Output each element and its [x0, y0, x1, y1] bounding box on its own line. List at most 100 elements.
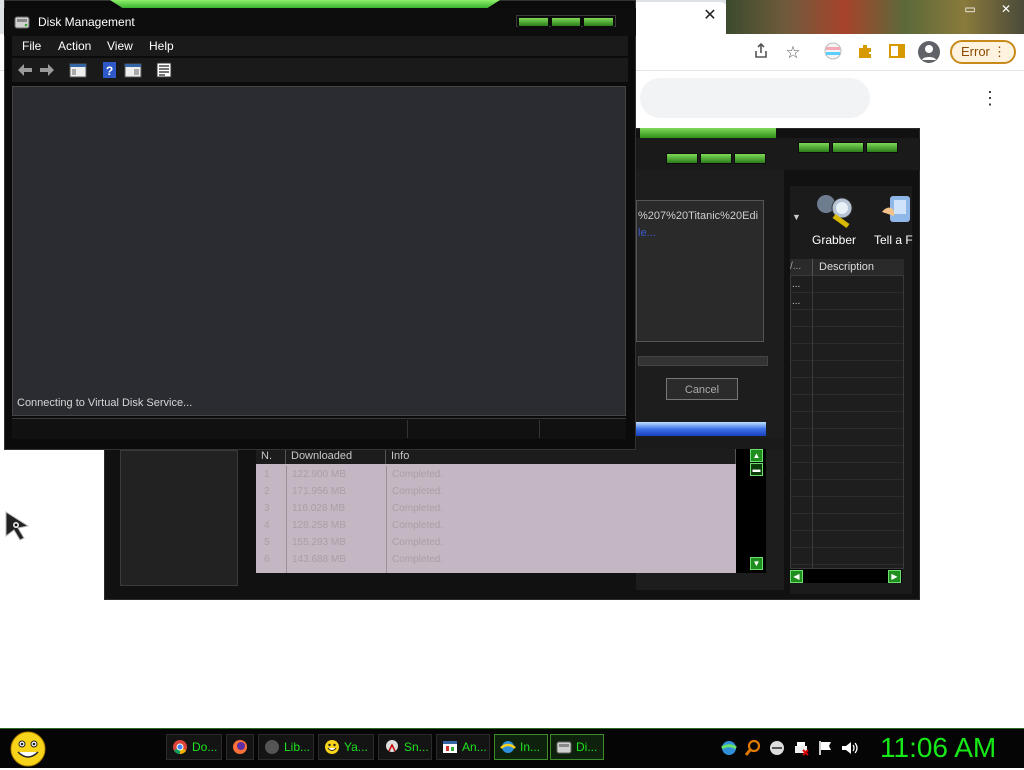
minus-circle-icon[interactable] [768, 739, 786, 757]
table-row[interactable]: 2 171.956 MB Completed. [256, 483, 736, 500]
cancel-button[interactable]: Cancel [666, 378, 738, 400]
tell-a-friend-icon[interactable] [880, 192, 912, 230]
network-globe-icon[interactable] [720, 739, 738, 757]
main-window-controls[interactable] [798, 142, 898, 154]
column-header-number[interactable]: N. [256, 449, 286, 464]
taskbar-button-label: Sn... [404, 740, 429, 754]
chrome-icon [172, 739, 188, 755]
start-smiley-button[interactable] [8, 731, 48, 767]
cell-info: Completed. [392, 486, 444, 497]
taskbar-button-chrome[interactable]: Do... [166, 734, 222, 760]
help-icon[interactable]: ? [101, 61, 119, 79]
table-row[interactable]: 1 122.900 MB Completed. [256, 466, 736, 483]
menu-action[interactable]: Action [58, 38, 91, 54]
more-options-icon[interactable]: ⋮ [980, 88, 1000, 108]
column-header-downloaded[interactable]: Downloaded [286, 449, 386, 464]
cell-downloaded: 171.956 MB [292, 486, 346, 497]
error-label: Error [961, 44, 990, 59]
taskbar-button-app-window[interactable]: An... [436, 734, 490, 760]
status-bar-divider [539, 420, 540, 438]
printer-icon[interactable] [792, 739, 810, 757]
taskbar-button-label: Ya... [344, 740, 368, 754]
smiley-icon [324, 739, 340, 755]
cell-n: 4 [264, 520, 270, 531]
dropdown-arrow-icon[interactable]: ▼ [792, 212, 801, 222]
cell-info: Completed. [392, 503, 444, 514]
close-window-icon[interactable]: ✕ [996, 2, 1016, 16]
side-panel-icon[interactable] [886, 42, 908, 64]
cell-info: Completed. [392, 469, 444, 480]
cell-downloaded: 155.293 MB [292, 537, 346, 548]
column-header-narrow[interactable]: /... [790, 259, 812, 275]
maximize-button[interactable] [832, 142, 864, 153]
search-box[interactable] [640, 78, 870, 118]
close-button[interactable] [583, 17, 615, 27]
table-row[interactable]: 3 116.028 MB Completed. [256, 500, 736, 517]
status-bar [12, 418, 626, 439]
bookmark-star-icon[interactable]: ☆ [782, 42, 804, 64]
cell-downloaded: 116.028 MB [292, 503, 346, 514]
taskbar-button-internet[interactable]: In... [494, 734, 548, 760]
scroll-right-button[interactable]: ▶ [888, 570, 901, 583]
share-icon[interactable] [750, 42, 772, 64]
profile-avatar[interactable] [918, 41, 940, 63]
forward-arrow-icon[interactable] [38, 61, 56, 79]
scroll-left-button[interactable]: ◀ [790, 570, 803, 583]
restore-window-icon[interactable]: ▭ [960, 2, 980, 16]
maximize-button[interactable] [700, 153, 732, 164]
back-arrow-icon[interactable] [16, 61, 34, 79]
table-row[interactable]: 5 155.293 MB Completed. [256, 534, 736, 551]
cell-downloaded: 143.688 MB [292, 554, 346, 565]
minimize-button[interactable] [798, 142, 830, 153]
extensions-puzzle-icon[interactable] [854, 42, 876, 64]
close-tab-icon[interactable]: ✕ [700, 6, 720, 26]
export-icon[interactable] [155, 61, 173, 79]
close-button[interactable] [866, 142, 898, 153]
cell-downloaded: 122.900 MB [292, 469, 346, 480]
horizontal-scrollbar[interactable]: ◀ ▶ [790, 569, 902, 583]
tell-a-friend-label[interactable]: Tell a F [874, 233, 914, 247]
scroll-up-button[interactable]: ▲ [750, 449, 763, 462]
downloads-rows: 1 122.900 MB Completed. 2 171.956 MB Complete… [256, 466, 736, 573]
window-controls[interactable] [516, 15, 616, 27]
table-scrollbar[interactable]: ▲ ▬ ▼ [736, 449, 766, 573]
close-button[interactable] [734, 153, 766, 164]
taskbar-button-snipping-tool[interactable]: Sn... [378, 734, 432, 760]
taskbar-button-disk-management[interactable]: Di... [550, 734, 604, 760]
column-header-info[interactable]: Info [386, 449, 736, 464]
cell-n: 2 [264, 486, 270, 497]
taskbar-button-smiley[interactable]: Ya... [318, 734, 374, 760]
mouse-cursor-icon [2, 508, 32, 542]
description-row: ... [792, 279, 801, 290]
extension-flag-icon[interactable] [822, 42, 844, 64]
downloader-side-panel [120, 450, 238, 586]
console-tree-icon[interactable] [69, 61, 87, 79]
taskbar-button-firefox[interactable] [226, 734, 254, 760]
minimize-button[interactable] [518, 17, 549, 27]
column-header-description[interactable]: Description [812, 259, 904, 275]
table-row[interactable]: 4 128.258 MB Completed. [256, 517, 736, 534]
flag-icon[interactable] [816, 739, 834, 757]
scroll-thumb[interactable]: ▬ [750, 463, 763, 476]
cell-n: 1 [264, 469, 270, 480]
file-link[interactable]: le... [638, 227, 656, 239]
maximize-button[interactable] [550, 17, 582, 27]
menu-file[interactable]: File [22, 38, 41, 54]
taskbar-clock[interactable]: 11:06 AM [880, 732, 996, 764]
table-row[interactable]: 6 143.688 MB Completed. [256, 551, 736, 568]
grabber-icon[interactable] [812, 190, 856, 230]
scroll-down-button[interactable]: ▼ [750, 557, 763, 570]
minimize-button[interactable] [666, 153, 698, 164]
profile-error-button[interactable]: Error ⋮ [950, 40, 1016, 64]
speaker-icon[interactable] [840, 739, 858, 757]
taskbar-button-libreoffice[interactable]: Lib... [258, 734, 314, 760]
properties-icon[interactable] [124, 61, 142, 79]
dialog-window-controls[interactable] [666, 153, 766, 165]
downloader-title-glow [640, 128, 776, 138]
taskbar-button-label: In... [520, 740, 541, 754]
description-list [790, 275, 904, 569]
menu-view[interactable]: View [107, 38, 133, 54]
menu-help[interactable]: Help [149, 38, 174, 54]
search-magnifier-icon[interactable] [744, 739, 762, 757]
grabber-label[interactable]: Grabber [812, 233, 856, 247]
